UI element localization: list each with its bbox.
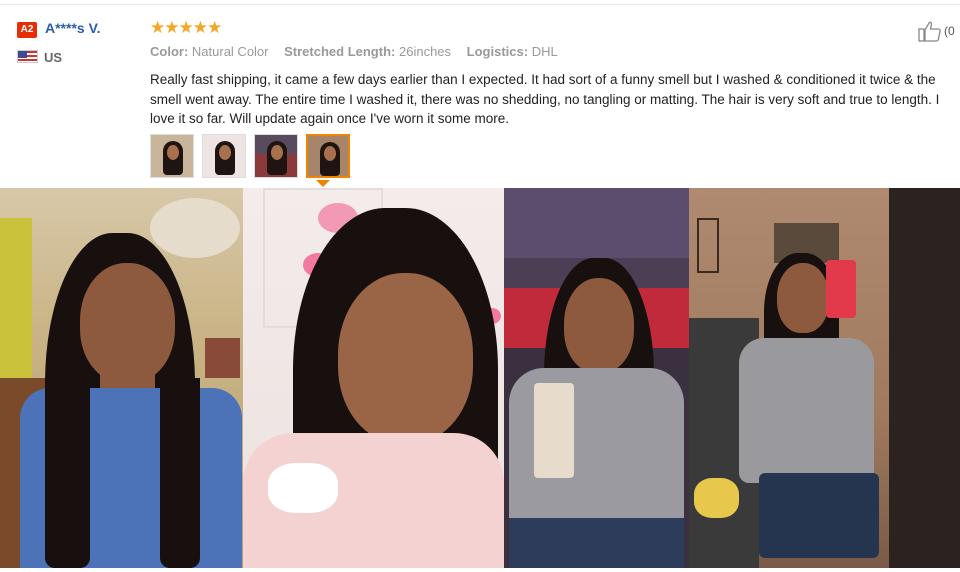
attribute-length: Stretched Length: 26inches — [284, 44, 451, 59]
selected-thumbnail-caret — [316, 180, 330, 187]
thumbnail-1[interactable] — [150, 134, 194, 178]
review-photo-strip — [0, 188, 960, 568]
reviewer-country: US — [44, 50, 63, 65]
thumbs-up-icon — [918, 21, 941, 42]
attribute-logistics: Logistics: DHL — [467, 44, 558, 59]
thumbnail-2[interactable] — [202, 134, 246, 178]
reviewer-name[interactable]: A****s V. — [45, 20, 101, 36]
attribute-value: DHL — [531, 44, 558, 59]
attribute-key: Logistics: — [466, 44, 529, 59]
attribute-key: Stretched Length: — [284, 44, 396, 59]
review-photo-3[interactable] — [504, 188, 689, 568]
attribute-value: 26inches — [398, 44, 452, 59]
attribute-color: Color: Natural Color — [150, 44, 269, 59]
attribute-key: Color: — [150, 44, 189, 59]
attribute-value: Natural Color — [191, 44, 269, 59]
review-attributes: Color: Natural Color Stretched Length: 2… — [150, 44, 570, 59]
reviewer-level-badge: A2 — [17, 22, 37, 38]
review-photo-4[interactable] — [689, 188, 960, 568]
review-photo-2[interactable] — [243, 188, 504, 568]
helpful-count: (0 — [944, 24, 955, 38]
helpful-button[interactable]: (0 — [918, 20, 955, 42]
thumbnail-4-selected[interactable] — [306, 134, 350, 178]
thumbnail-3[interactable] — [254, 134, 298, 178]
us-flag-icon — [17, 50, 38, 63]
review-photo-thumbnails — [150, 134, 350, 178]
divider — [0, 4, 960, 5]
rating-stars: ★★★★★ — [150, 18, 222, 37]
review-text: Really fast shipping, it came a few days… — [150, 72, 940, 126]
review-photo-1[interactable] — [0, 188, 243, 568]
